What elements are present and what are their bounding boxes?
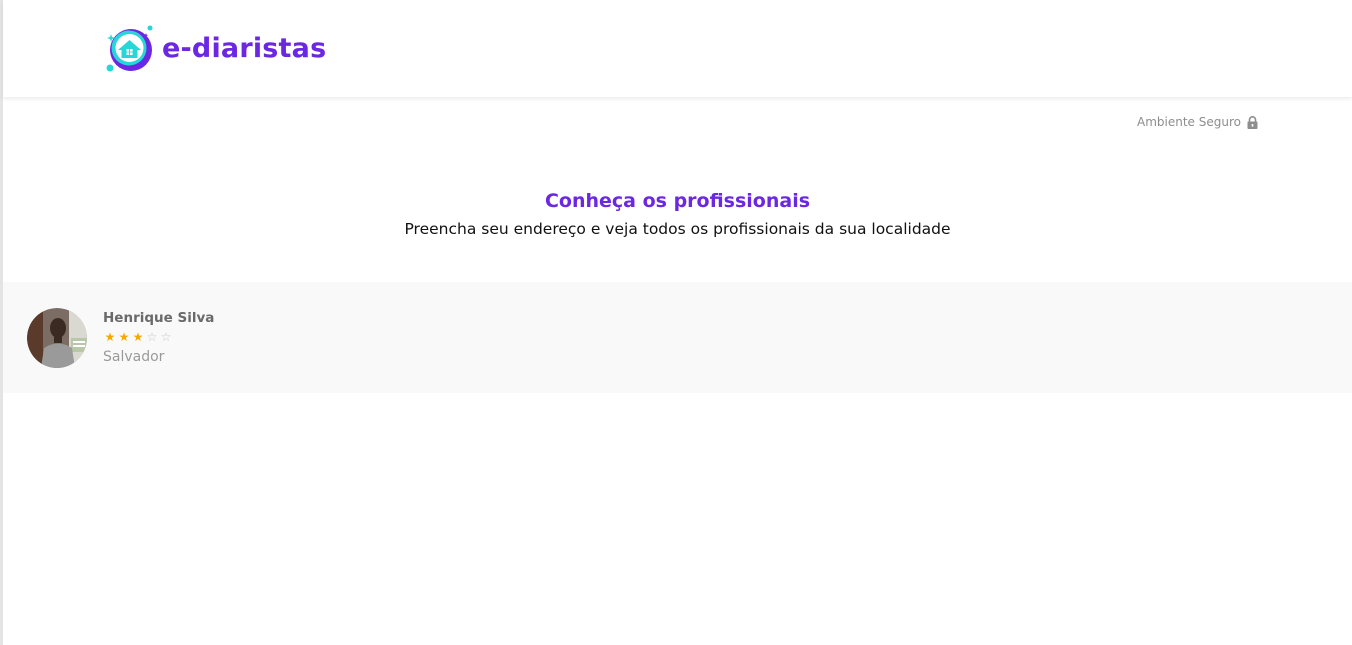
lock-icon <box>1247 115 1258 129</box>
professional-city: Salvador <box>103 349 165 365</box>
professional-name: Henrique Silva <box>103 310 215 326</box>
star-filled-icon: ★ <box>118 330 130 344</box>
star-filled-icon: ★ <box>104 330 116 344</box>
star-empty-icon: ☆ <box>160 330 172 344</box>
page-subtitle: Preencha seu endereço e veja todos os pr… <box>404 220 951 238</box>
avatar <box>27 308 87 368</box>
rating-stars: ★ ★ ★ ☆ ☆ <box>103 330 214 344</box>
secure-environment-badge: Ambiente Seguro <box>1137 113 1258 131</box>
house-logo-icon <box>106 25 153 72</box>
professionals-list: Henrique Silva ★ ★ ★ ☆ ☆ Salvador <box>3 282 1352 393</box>
star-empty-icon: ☆ <box>146 330 158 344</box>
brand-name: e-diaristas <box>162 33 327 64</box>
page: e-diaristas Ambiente Seguro Conheça os p… <box>0 0 1352 645</box>
brand-logo-link[interactable]: e-diaristas <box>105 24 326 74</box>
top-navbar: e-diaristas <box>3 0 1352 97</box>
professional-card[interactable]: Henrique Silva ★ ★ ★ ☆ ☆ Salvador <box>27 308 214 368</box>
secure-environment-label: Ambiente Seguro <box>1137 115 1241 129</box>
professional-info: Henrique Silva ★ ★ ★ ☆ ☆ Salvador <box>103 310 214 366</box>
page-title: Conheça os profissionais <box>544 190 811 212</box>
star-filled-icon: ★ <box>132 330 144 344</box>
